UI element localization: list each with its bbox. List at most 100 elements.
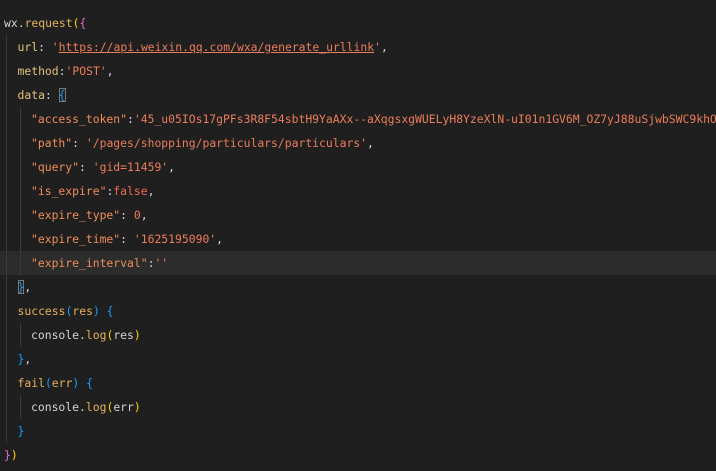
code-token: , (367, 136, 374, 150)
code-token: ) (92, 304, 100, 318)
code-line[interactable]: "expire_type": 0, (0, 203, 716, 227)
code-text: }) (4, 443, 18, 467)
code-token: console (31, 400, 80, 414)
indent-guide (6, 155, 7, 179)
code-line[interactable]: fail(err) { (0, 371, 716, 395)
indent-guide (19, 395, 21, 419)
indent-guide (19, 107, 21, 131)
code-token: { (79, 16, 87, 30)
code-token: log (85, 400, 107, 414)
code-token: , (24, 280, 32, 294)
code-token: ) (10, 448, 18, 462)
code-line[interactable]: url: 'https://api.weixin.qq.com/wxa/gene… (0, 35, 716, 59)
code-token: '45_u05IOs17gPFs3R8F54sbtH9YaAXx--aXqgsx… (133, 112, 716, 126)
code-token: "expire_time" (31, 232, 121, 246)
code-text: data: { (18, 83, 66, 107)
code-token: request (24, 16, 73, 30)
code-token: fail (17, 376, 45, 390)
code-line[interactable]: }) (0, 443, 716, 467)
code-token: : (38, 40, 52, 54)
code-token: "is_expire" (31, 184, 107, 198)
code-token: : (120, 208, 134, 222)
code-token: : (120, 232, 134, 246)
code-token: , (216, 232, 224, 246)
code-text: fail(err) { (18, 371, 93, 395)
code-text: "expire_time": '1625195090', (31, 227, 223, 251)
code-token: : (58, 64, 66, 78)
code-text: "expire_interval":'' (31, 251, 168, 275)
code-token: wx (4, 16, 18, 30)
code-token: console (31, 328, 80, 342)
code-token: 'gid=11459' (92, 160, 169, 174)
code-token: { (86, 376, 93, 390)
code-token: method (17, 64, 59, 78)
code-token: log (85, 328, 107, 342)
code-line[interactable]: console.log(err) (0, 395, 716, 419)
code-token: '1625195090' (133, 232, 217, 246)
code-token: ) (133, 400, 141, 414)
code-line[interactable]: "access_token":'45_u05IOs17gPFs3R8F54sbt… (0, 107, 716, 131)
code-token: } (17, 424, 25, 438)
indent-guide (6, 299, 7, 323)
code-token: { (58, 88, 66, 102)
code-line[interactable]: wx.request({ (0, 11, 716, 35)
code-text: "is_expire":false, (31, 179, 154, 203)
current-code-line[interactable]: "expire_interval":'' (0, 251, 716, 275)
code-token: . (17, 16, 25, 30)
code-token: : (127, 112, 134, 126)
code-line[interactable]: "path": '/pages/shopping/particulars/par… (0, 131, 716, 155)
code-token: 0 (133, 208, 141, 222)
indent-guide (6, 179, 7, 203)
indent-guide (6, 347, 7, 371)
indent-guide (6, 35, 7, 59)
code-line[interactable]: "is_expire":false, (0, 179, 716, 203)
code-text: } (18, 419, 25, 443)
code-editor[interactable]: wx.request({url: 'https://api.weixin.qq.… (0, 0, 716, 471)
code-token: . (79, 328, 86, 342)
code-token: , (380, 40, 388, 54)
code-token: , (24, 352, 32, 366)
indent-guide (19, 251, 21, 275)
code-line[interactable]: success(res) { (0, 299, 716, 323)
code-token: "access_token" (31, 112, 128, 126)
code-token: , (147, 184, 155, 198)
code-line[interactable]: "expire_time": '1625195090', (0, 227, 716, 251)
code-token: false (113, 184, 148, 198)
code-line[interactable]: method:'POST', (0, 59, 716, 83)
indent-guide (6, 83, 7, 107)
code-line[interactable]: }, (0, 347, 716, 371)
code-token: "expire_interval" (31, 256, 148, 270)
code-text: success(res) { (18, 299, 114, 323)
code-line[interactable]: console.log(res) (0, 323, 716, 347)
code-line[interactable]: data: { (0, 83, 716, 107)
code-token: url (17, 40, 39, 54)
indent-guide (6, 419, 7, 443)
code-line[interactable]: "query": 'gid=11459', (0, 155, 716, 179)
code-token: err (51, 376, 73, 390)
code-token: data (17, 88, 45, 102)
code-text: "path": '/pages/shopping/particulars/par… (31, 131, 374, 155)
indent-guide (19, 179, 21, 203)
code-token: : (72, 136, 86, 150)
code-token: } (4, 448, 11, 462)
code-token: ( (44, 376, 52, 390)
indent-guide (19, 131, 21, 155)
code-line[interactable]: }, (0, 275, 716, 299)
code-line[interactable]: } (0, 419, 716, 443)
code-token: , (140, 208, 148, 222)
code-token: err (113, 400, 134, 414)
indent-guide (6, 275, 7, 299)
indent-guide (6, 59, 7, 83)
code-token: res (72, 304, 93, 318)
indent-guide (19, 203, 21, 227)
code-token: , (168, 160, 176, 174)
url-link[interactable]: https://api.weixin.qq.com/wxa/generate_u… (59, 40, 374, 54)
indent-guide (6, 251, 7, 275)
code-token: ) (133, 328, 141, 342)
code-text: "query": 'gid=11459', (31, 155, 175, 179)
code-text: wx.request({ (4, 11, 86, 35)
code-token: '' (154, 256, 169, 270)
indent-guide (19, 227, 21, 251)
code-token: ' (374, 40, 381, 54)
